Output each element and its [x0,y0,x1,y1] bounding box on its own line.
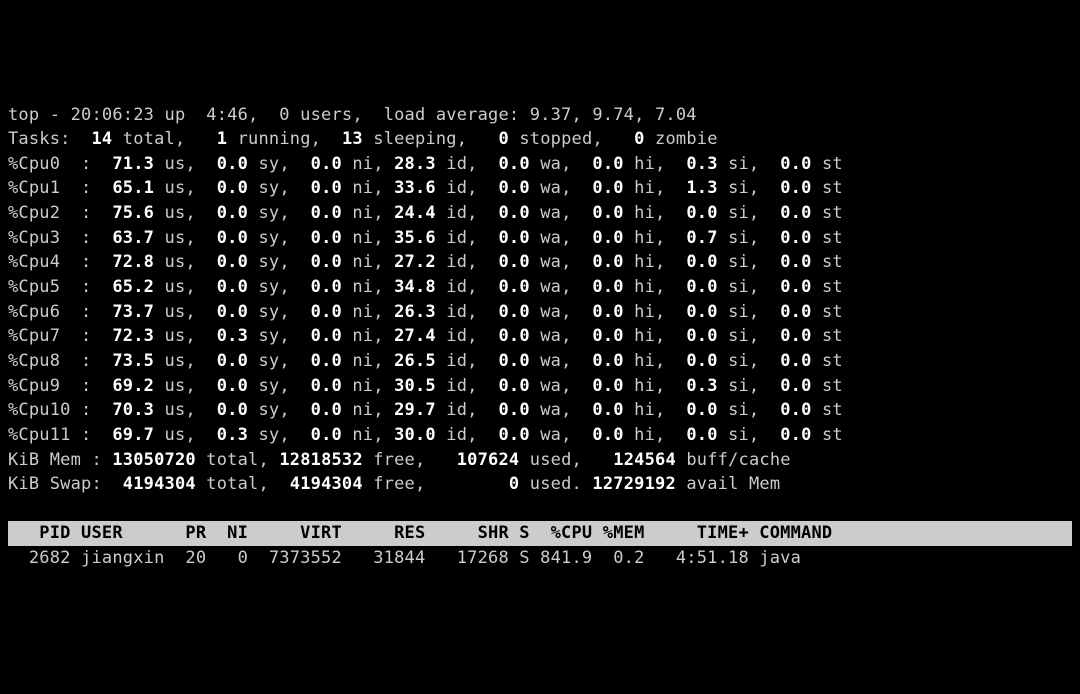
cpu-line-9: %Cpu9 : 69.2 us, 0.0 sy, 0.0 ni, 30.5 id… [8,374,1072,399]
cpu-line-7: %Cpu7 : 72.3 us, 0.3 sy, 0.0 ni, 27.4 id… [8,324,1072,349]
cpu-line-3: %Cpu3 : 63.7 us, 0.0 sy, 0.0 ni, 35.6 id… [8,226,1072,251]
process-header: PID USER PR NI VIRT RES SHR S %CPU %MEM … [8,521,1072,546]
cpu-line-6: %Cpu6 : 73.7 us, 0.0 sy, 0.0 ni, 26.3 id… [8,300,1072,325]
cpu-line-11: %Cpu11 : 69.7 us, 0.3 sy, 0.0 ni, 30.0 i… [8,423,1072,448]
summary-line: top - 20:06:23 up 4:46, 0 users, load av… [8,103,1072,128]
cpu-line-0: %Cpu0 : 71.3 us, 0.0 sy, 0.0 ni, 28.3 id… [8,152,1072,177]
mem-line: KiB Mem : 13050720 total, 12818532 free,… [8,448,1072,473]
cpu-line-5: %Cpu5 : 65.2 us, 0.0 sy, 0.0 ni, 34.8 id… [8,275,1072,300]
swap-line: KiB Swap: 4194304 total, 4194304 free, 0… [8,472,1072,497]
cpu-line-1: %Cpu1 : 65.1 us, 0.0 sy, 0.0 ni, 33.6 id… [8,176,1072,201]
process-row[interactable]: 2682 jiangxin 20 0 7373552 31844 17268 S… [8,546,1072,571]
cpu-line-2: %Cpu2 : 75.6 us, 0.0 sy, 0.0 ni, 24.4 id… [8,201,1072,226]
terminal-output: top - 20:06:23 up 4:46, 0 users, load av… [8,103,1072,571]
tasks-line: Tasks: 14 total, 1 running, 13 sleeping,… [8,127,1072,152]
blank-line [8,497,1072,522]
cpu-line-8: %Cpu8 : 73.5 us, 0.0 sy, 0.0 ni, 26.5 id… [8,349,1072,374]
cpu-line-10: %Cpu10 : 70.3 us, 0.0 sy, 0.0 ni, 29.7 i… [8,398,1072,423]
cpu-line-4: %Cpu4 : 72.8 us, 0.0 sy, 0.0 ni, 27.2 id… [8,250,1072,275]
